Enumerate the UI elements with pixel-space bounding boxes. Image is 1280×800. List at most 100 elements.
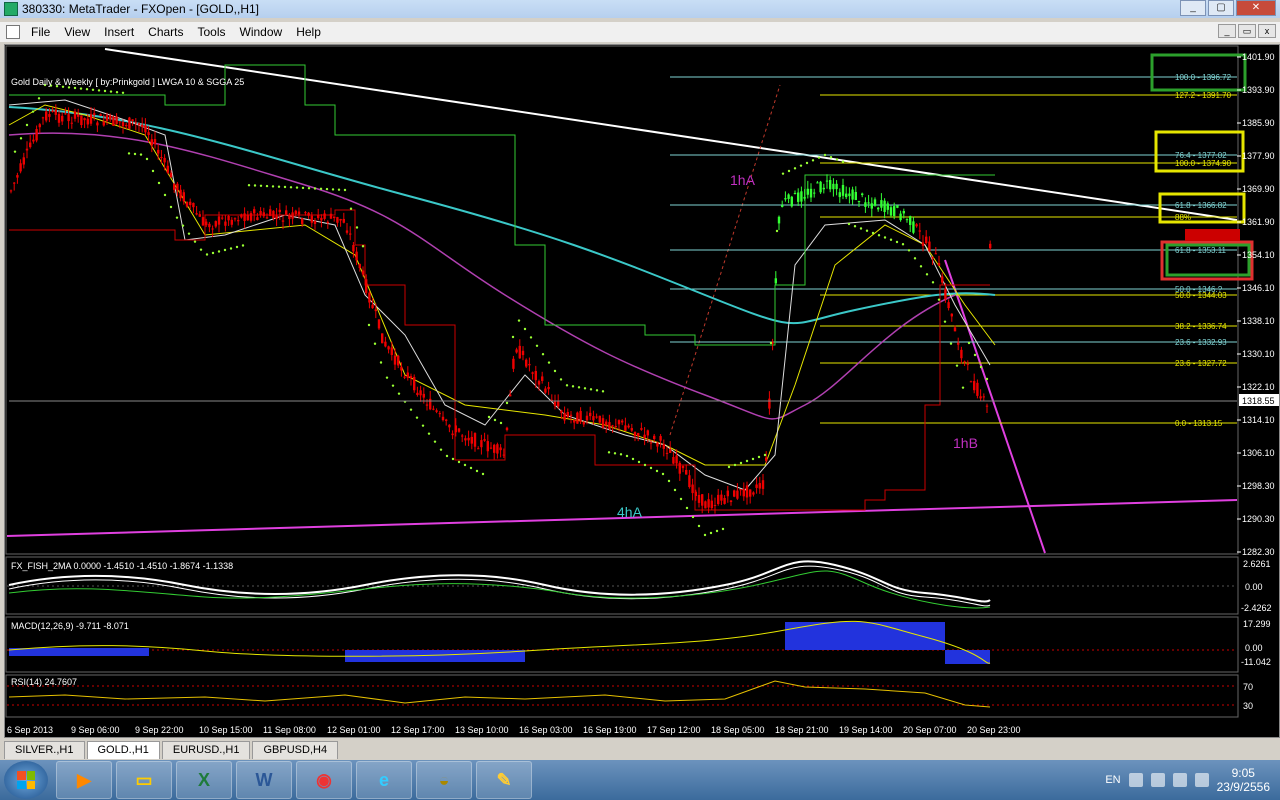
candle-body: [553, 401, 557, 406]
psar-dot: [175, 216, 179, 219]
candle-body: [829, 179, 832, 190]
windows-logo-icon: [17, 771, 35, 789]
paint-icon[interactable]: ✎: [476, 761, 532, 799]
chart-canvas[interactable]: 100.0 - 1396.72127.2 - 1391.7076.4 - 137…: [5, 45, 1279, 737]
candle-body: [880, 200, 883, 208]
candle-body: [54, 109, 57, 115]
psar-dot: [409, 408, 413, 411]
candle-body: [937, 263, 941, 266]
candle-body: [381, 333, 384, 344]
psar-dot: [73, 86, 77, 90]
candle-body: [86, 118, 89, 125]
psar-dot: [433, 440, 437, 443]
language-indicator[interactable]: EN: [1105, 774, 1120, 786]
candle-body: [640, 428, 643, 430]
psar-dot: [673, 488, 677, 492]
candle-body: [515, 349, 518, 353]
menu-file[interactable]: File: [24, 25, 57, 39]
ie-icon[interactable]: e: [356, 761, 412, 799]
time-axis: 6 Sep 2013 9 Sep 06:00 9 Sep 22:00 10 Sep 1…: [7, 725, 1021, 735]
candle-body: [592, 416, 595, 421]
clock[interactable]: 9:05 23/9/2556: [1217, 766, 1270, 794]
time-tick-label: 12 Sep 17:00: [391, 725, 445, 735]
candle-body: [438, 413, 441, 415]
fib-label: 100.0 - 1396.72: [1175, 73, 1232, 82]
psar-dot: [739, 461, 743, 465]
fib-label: 23.6 - 1332.93: [1175, 338, 1227, 347]
mdi-minimize-button[interactable]: _: [1218, 24, 1236, 38]
candle-body: [19, 163, 22, 172]
excel-icon[interactable]: X: [176, 761, 232, 799]
candle-body: [387, 346, 390, 350]
trendline-white[interactable]: [104, 48, 1238, 221]
help-icon[interactable]: [1128, 773, 1143, 787]
candle-body: [429, 398, 432, 410]
mdi-restore-button[interactable]: ▭: [1238, 24, 1256, 38]
menu-tools[interactable]: Tools: [191, 25, 233, 39]
psar-dot: [373, 342, 377, 345]
minimize-button[interactable]: _: [1180, 0, 1206, 16]
candle-body: [16, 175, 19, 178]
candlesticks[interactable]: [9, 104, 992, 514]
chart-window[interactable]: 100.0 - 1396.72 127.2 - 1391.70 76.4 - 137…: [4, 44, 1280, 738]
folder-icon[interactable]: ▭: [116, 761, 172, 799]
metatrader-icon[interactable]: ◒: [416, 761, 472, 799]
candle-body: [432, 408, 435, 410]
start-button[interactable]: [4, 761, 48, 799]
maximize-button[interactable]: ▢: [1208, 0, 1234, 16]
candle-body: [339, 218, 342, 221]
menu-view[interactable]: View: [57, 25, 97, 39]
menu-help[interactable]: Help: [289, 25, 328, 39]
psar-dot: [979, 365, 983, 369]
word-icon[interactable]: W: [236, 761, 292, 799]
candle-body: [701, 494, 704, 506]
tab-gold[interactable]: GOLD.,H1: [86, 741, 160, 759]
candle-body: [883, 200, 886, 212]
ma-magenta: [8, 132, 956, 420]
time-tick-label: 11 Sep 08:00: [263, 725, 316, 735]
volume-icon[interactable]: [1172, 773, 1187, 787]
network-icon[interactable]: [1194, 773, 1209, 787]
candle-body: [745, 485, 749, 498]
candle-body: [835, 183, 838, 190]
menu-window[interactable]: Window: [233, 25, 290, 39]
time-tick-label: 19 Sep 14:00: [839, 725, 893, 735]
candle-body: [157, 149, 160, 154]
psar-dot: [139, 153, 143, 156]
candle-body: [624, 425, 627, 431]
candle-body: [512, 358, 515, 369]
psar-dot: [655, 469, 659, 473]
psar-dot: [505, 401, 509, 405]
psar-dot: [283, 185, 287, 189]
mdi-close-button[interactable]: x: [1258, 24, 1276, 38]
candle-body: [825, 180, 829, 182]
menu-charts[interactable]: Charts: [141, 25, 190, 39]
candle-body: [976, 382, 979, 396]
candle-body: [217, 216, 221, 225]
annotation-1hb: 1hB: [953, 435, 978, 451]
psar-dot: [133, 152, 137, 156]
tab-silver[interactable]: SILVER.,H1: [4, 741, 85, 759]
chrome-icon[interactable]: ◉: [296, 761, 352, 799]
media-icon[interactable]: ▶: [56, 761, 112, 799]
clock-date: 23/9/2556: [1216, 780, 1270, 794]
candle-body: [601, 418, 605, 428]
candle-body: [707, 499, 710, 508]
candle-body: [729, 500, 733, 503]
candle-body: [838, 192, 841, 198]
price-axis: 1401.90 1393.90 1385.90 1377.90 1369.90 1361.…: [1237, 52, 1275, 557]
tab-gbpusd[interactable]: GBPUSD,H4: [252, 741, 339, 759]
candle-body: [406, 372, 409, 378]
tab-eurusd[interactable]: EURUSD.,H1: [161, 741, 251, 759]
time-tick-label: 18 Sep 05:00: [711, 725, 765, 735]
candle-body: [115, 116, 118, 124]
psar-dot: [961, 386, 965, 389]
flag-icon[interactable]: [1150, 773, 1165, 787]
menu-insert[interactable]: Insert: [97, 25, 141, 39]
psar-dot: [601, 390, 605, 393]
psar-dot: [775, 229, 779, 233]
psar-dot: [613, 452, 617, 455]
close-button[interactable]: ✕: [1236, 0, 1276, 16]
psar-dot: [475, 469, 479, 473]
candle-body: [89, 114, 93, 124]
